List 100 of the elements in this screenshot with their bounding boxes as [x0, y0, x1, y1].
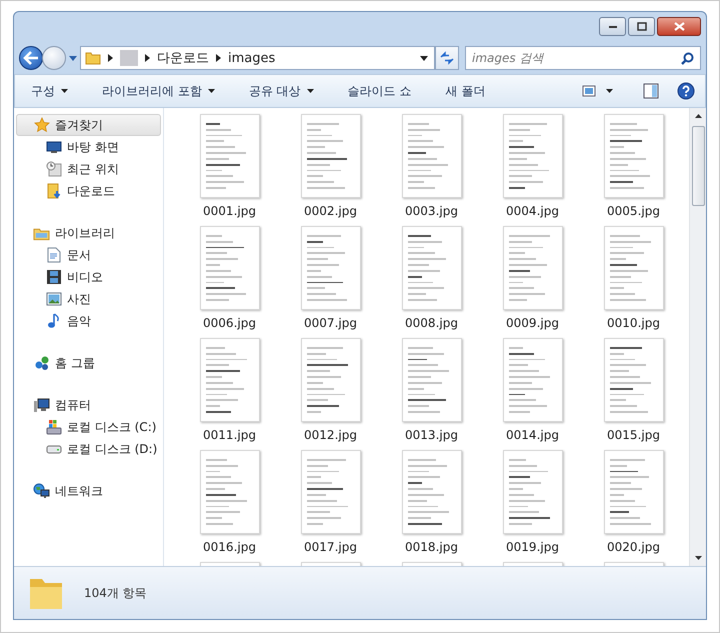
file-name[interactable]: 0001.jpg	[203, 204, 256, 218]
document-thumbnail[interactable]	[402, 114, 462, 198]
file-name[interactable]: 0007.jpg	[304, 316, 357, 330]
address-bar[interactable]: 다운로드 images	[80, 46, 435, 70]
file-name[interactable]: 0009.jpg	[506, 316, 559, 330]
toolbar-button[interactable]: 새 폴더	[437, 78, 494, 104]
file-name[interactable]: 0016.jpg	[203, 540, 256, 554]
computer-icon	[33, 398, 50, 412]
document-thumbnail[interactable]	[300, 226, 360, 310]
document-thumbnail[interactable]	[502, 114, 562, 198]
vertical-scrollbar[interactable]	[689, 108, 706, 566]
sidebar-item[interactable]: 사진	[16, 288, 161, 310]
document-thumbnail[interactable]	[402, 226, 462, 310]
sidebar-item[interactable]: 라이브러리	[16, 222, 161, 244]
back-button[interactable]	[19, 46, 43, 70]
refresh-icon	[439, 51, 455, 65]
toolbar-button[interactable]: 구성	[23, 78, 76, 104]
toolbar-button[interactable]: 라이브러리에 포함	[94, 78, 223, 104]
document-thumbnail[interactable]	[200, 226, 260, 310]
file-name[interactable]: 0019.jpg	[506, 540, 559, 554]
sidebar-label[interactable]: 라이브러리	[55, 224, 115, 242]
sidebar-item[interactable]: 로컬 디스크 (D:)	[16, 438, 161, 460]
sidebar-item[interactable]: 바탕 화면	[16, 136, 161, 158]
file-name[interactable]: 0008.jpg	[405, 316, 458, 330]
minimize-button[interactable]	[599, 17, 626, 36]
sidebar-label[interactable]: 네트워크	[55, 482, 103, 500]
toolbar-button[interactable]: 슬라이드 쇼	[340, 78, 420, 104]
sidebar-label[interactable]: 비디오	[67, 268, 103, 286]
sidebar-item[interactable]: 컴퓨터	[16, 394, 161, 416]
sidebar-label[interactable]: 문서	[67, 246, 91, 264]
document-thumbnail[interactable]	[402, 450, 462, 534]
file-name[interactable]: 0003.jpg	[405, 204, 458, 218]
sidebar-label[interactable]: 음악	[67, 312, 91, 330]
file-name[interactable]: 0014.jpg	[506, 428, 559, 442]
document-thumbnail[interactable]	[604, 450, 664, 534]
scroll-down-arrow-icon[interactable]	[694, 556, 702, 560]
sidebar-item[interactable]: 홈 그룹	[16, 352, 161, 374]
document-thumbnail[interactable]	[300, 114, 360, 198]
file-name[interactable]: 0013.jpg	[405, 428, 458, 442]
sidebar-label[interactable]: 즐겨찾기	[55, 116, 103, 134]
close-button[interactable]	[657, 17, 701, 36]
sidebar-label[interactable]: 바탕 화면	[67, 138, 119, 156]
sidebar-item[interactable]: 로컬 디스크 (C:)	[16, 416, 161, 438]
dropdown-caret-icon[interactable]	[420, 56, 428, 60]
sidebar-item[interactable]: 다운로드	[16, 180, 161, 202]
file-name[interactable]: 0005.jpg	[607, 204, 660, 218]
breadcrumb-item[interactable]: 다운로드	[157, 49, 209, 67]
recent-places-icon	[46, 161, 62, 177]
sidebar-label[interactable]: 홈 그룹	[55, 354, 95, 372]
sidebar-item[interactable]: 네트워크	[16, 480, 161, 502]
breadcrumb-arrow-icon[interactable]	[216, 54, 221, 62]
document-thumbnail[interactable]	[604, 338, 664, 422]
file-name[interactable]: 0010.jpg	[607, 316, 660, 330]
file-name[interactable]: 0011.jpg	[203, 428, 256, 442]
file-name[interactable]: 0006.jpg	[203, 316, 256, 330]
document-thumbnail[interactable]	[502, 450, 562, 534]
view-options-icon[interactable]	[582, 85, 596, 97]
document-thumbnail[interactable]	[200, 114, 260, 198]
file-name[interactable]: 0004.jpg	[506, 204, 559, 218]
sidebar-label[interactable]: 로컬 디스크 (D:)	[67, 440, 158, 458]
breadcrumb-arrow-icon[interactable]	[108, 54, 113, 62]
sidebar-label[interactable]: 최근 위치	[67, 160, 119, 178]
document-thumbnail[interactable]	[300, 450, 360, 534]
minimize-icon	[608, 24, 618, 28]
sidebar-item[interactable]: 비디오	[16, 266, 161, 288]
file-name[interactable]: 0018.jpg	[405, 540, 458, 554]
sidebar-label[interactable]: 다운로드	[67, 182, 115, 200]
scrollbar-thumb[interactable]	[692, 126, 704, 206]
preview-pane-icon[interactable]	[643, 83, 659, 99]
maximize-button[interactable]	[628, 17, 655, 36]
sidebar-label[interactable]: 사진	[67, 290, 91, 308]
sidebar-item[interactable]: 최근 위치	[16, 158, 161, 180]
toolbar-button[interactable]: 공유 대상	[240, 78, 322, 104]
document-thumbnail[interactable]	[200, 450, 260, 534]
help-icon[interactable]	[677, 82, 695, 100]
file-name[interactable]: 0015.jpg	[607, 428, 660, 442]
file-name[interactable]: 0012.jpg	[304, 428, 357, 442]
file-name[interactable]: 0017.jpg	[304, 540, 357, 554]
sidebar-item[interactable]: 즐겨찾기	[16, 114, 161, 136]
document-thumbnail[interactable]	[604, 226, 664, 310]
refresh-button[interactable]	[435, 46, 459, 70]
document-thumbnail[interactable]	[502, 338, 562, 422]
sidebar-label[interactable]: 컴퓨터	[55, 396, 91, 414]
document-thumbnail[interactable]	[402, 338, 462, 422]
sidebar-item[interactable]: 음악	[16, 310, 161, 332]
document-thumbnail[interactable]	[502, 226, 562, 310]
dropdown-caret-icon[interactable]	[606, 89, 613, 93]
file-name[interactable]: 0020.jpg	[607, 540, 660, 554]
recent-pages-caret-icon[interactable]	[69, 56, 77, 60]
sidebar-label[interactable]: 로컬 디스크 (C:)	[67, 418, 156, 436]
breadcrumb-item[interactable]: images	[228, 50, 276, 66]
document-thumbnail[interactable]	[300, 338, 360, 422]
document-thumbnail[interactable]	[604, 114, 664, 198]
star-icon	[34, 117, 50, 133]
document-thumbnail[interactable]	[200, 338, 260, 422]
sidebar-item[interactable]: 문서	[16, 244, 161, 266]
scroll-up-arrow-icon[interactable]	[694, 114, 702, 118]
breadcrumb-arrow-icon[interactable]	[145, 54, 150, 62]
search-field[interactable]: images 검색	[465, 46, 701, 70]
file-name[interactable]: 0002.jpg	[304, 204, 357, 218]
